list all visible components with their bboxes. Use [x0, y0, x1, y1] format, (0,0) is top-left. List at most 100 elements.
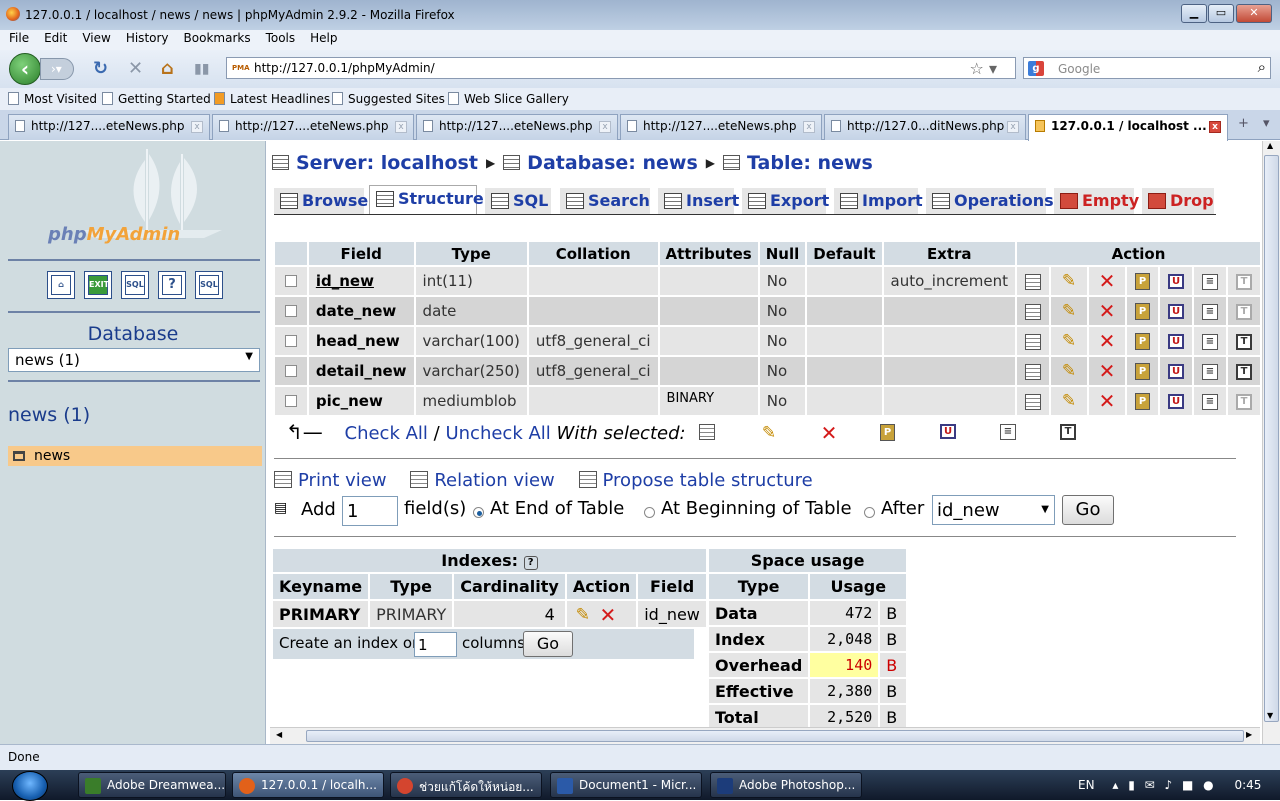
breadcrumb-server[interactable]: Server: localhost — [296, 152, 478, 174]
exit-button[interactable]: EXIT — [84, 271, 112, 299]
browser-tab-active[interactable]: 127.0.0.1 / localhost ... x — [1028, 114, 1228, 141]
drop-index-icon[interactable]: ✕ — [598, 605, 618, 625]
create-index-go-button[interactable]: Go — [523, 631, 573, 657]
back-button[interactable]: ‹ — [9, 53, 41, 85]
forward-button[interactable]: ›▾ — [40, 58, 74, 80]
bookmark-getting-started[interactable]: Getting Started — [102, 92, 211, 106]
index-icon[interactable]: ≡ — [1202, 273, 1218, 290]
row-checkbox[interactable] — [284, 365, 297, 377]
add-field-go-button[interactable]: Go — [1062, 495, 1114, 525]
bookmark-web-slice-gallery[interactable]: Web Slice Gallery — [448, 92, 569, 106]
tab-browse[interactable]: Browse — [274, 188, 368, 214]
propose-structure-link[interactable]: Propose table structure — [578, 470, 813, 491]
browse-distinct-icon[interactable] — [1025, 333, 1041, 350]
drop-field-icon[interactable]: ✕ — [1097, 331, 1117, 351]
unique-icon[interactable]: U — [1168, 394, 1184, 409]
check-all-link[interactable]: Check All — [345, 423, 428, 444]
close-window-button[interactable]: ✕ — [1236, 4, 1272, 23]
after-field-select[interactable]: id_new ▼ — [932, 495, 1055, 525]
browser-tab[interactable]: http://127....eteNews.php x — [212, 114, 414, 140]
home-icon[interactable]: ⌂ — [161, 59, 174, 79]
horizontal-scroll-thumb[interactable] — [306, 730, 1244, 742]
browse-distinct-icon[interactable] — [1025, 363, 1041, 380]
browser-tab[interactable]: http://127....eteNews.php x — [620, 114, 822, 140]
browse-distinct-icon[interactable] — [1025, 273, 1041, 290]
database-name-link[interactable]: news (1) — [8, 404, 90, 426]
edit-field-icon[interactable]: ✎ — [1059, 302, 1079, 320]
unique-icon[interactable]: U — [1168, 334, 1184, 349]
primary-key-icon[interactable]: P — [1135, 273, 1150, 290]
menu-history[interactable]: History — [117, 30, 175, 45]
search-bar[interactable]: g Google ⌕ — [1023, 57, 1271, 79]
query-window-button[interactable]: SQL — [121, 271, 149, 299]
bookmark-star-icon[interactable]: ☆ ▾ — [970, 59, 997, 78]
documentation-button[interactable]: ? — [158, 271, 186, 299]
primary-key-icon[interactable]: P — [1135, 363, 1150, 380]
index-icon[interactable]: ≡ — [1202, 333, 1218, 350]
drop-field-icon[interactable]: ✕ — [1097, 391, 1117, 411]
scroll-left-icon[interactable]: ◀ — [276, 730, 282, 739]
row-checkbox[interactable] — [284, 395, 297, 407]
menu-bookmarks[interactable]: Bookmarks — [175, 30, 257, 45]
add-field-count-input[interactable]: 1 — [342, 496, 398, 526]
drop-field-icon[interactable]: ✕ — [1097, 361, 1117, 381]
search-icon[interactable]: ⌕ — [1258, 58, 1266, 76]
minimize-button[interactable]: ▁ — [1181, 4, 1207, 23]
primary-key-icon[interactable]: P — [1135, 333, 1150, 350]
sidebar-item-news[interactable]: news — [8, 446, 262, 466]
menu-view[interactable]: View — [73, 30, 116, 45]
print-view-link[interactable]: Print view — [274, 470, 387, 491]
taskbar-item[interactable]: Adobe Dreamwea... — [78, 772, 226, 798]
drop-field-icon[interactable]: ✕ — [1097, 301, 1117, 321]
tab-drop[interactable]: Drop — [1142, 188, 1214, 214]
after-radio[interactable] — [864, 507, 875, 518]
stop-icon[interactable]: ✕ — [128, 59, 143, 79]
vertical-scrollbar[interactable]: ▲ ▼ — [1262, 141, 1280, 744]
bookmark-latest-headlines[interactable]: Latest Headlines — [214, 92, 330, 106]
taskbar-item[interactable]: Document1 - Micr... — [550, 772, 702, 798]
row-checkbox[interactable] — [284, 305, 297, 317]
menu-help[interactable]: Help — [301, 30, 343, 45]
index-icon[interactable]: ≡ — [1202, 303, 1218, 320]
help-icon[interactable]: ? — [523, 556, 538, 570]
url-bar[interactable]: PMA http://127.0.0.1/phpMyAdmin/ ☆ ▾ — [226, 57, 1016, 79]
edit-field-icon[interactable]: ✎ — [1059, 392, 1079, 410]
vertical-scroll-thumb[interactable] — [1264, 155, 1279, 722]
row-checkbox[interactable] — [284, 275, 297, 287]
close-tab-icon[interactable]: x — [803, 121, 815, 133]
primary-key-icon[interactable]: P — [1135, 303, 1150, 320]
at-beginning-radio[interactable] — [644, 507, 655, 518]
fulltext-icon[interactable]: T — [1236, 393, 1252, 410]
scroll-up-icon[interactable]: ▲ — [1267, 141, 1273, 150]
drop-selected-icon[interactable]: ✕ — [819, 423, 839, 443]
bookmark-most-visited[interactable]: Most Visited — [8, 92, 97, 106]
tab-structure[interactable]: Structure — [369, 185, 484, 214]
taskbar-item[interactable]: Adobe Photoshop... — [710, 772, 862, 798]
close-tab-icon[interactable]: x — [599, 121, 611, 133]
scroll-right-icon[interactable]: ▶ — [1246, 730, 1252, 739]
taskbar-item-active[interactable]: 127.0.0.1 / localh... — [232, 772, 384, 798]
create-index-count-input[interactable]: 1 — [414, 632, 457, 657]
edit-field-icon[interactable]: ✎ — [1059, 332, 1079, 350]
close-tab-icon[interactable]: x — [1007, 121, 1019, 133]
clock[interactable]: 0:45 — [1234, 778, 1261, 792]
primary-key-icon[interactable]: P — [1135, 393, 1150, 410]
fulltext-selected-icon[interactable]: T — [1060, 424, 1076, 440]
tab-insert[interactable]: Insert — [658, 188, 739, 214]
uncheck-all-link[interactable]: Uncheck All — [445, 423, 550, 444]
browse-distinct-icon[interactable] — [1025, 303, 1041, 320]
tab-sql[interactable]: SQL — [485, 188, 551, 214]
relation-view-link[interactable]: Relation view — [410, 470, 555, 491]
bookmark-suggested-sites[interactable]: Suggested Sites — [332, 92, 445, 106]
unique-icon[interactable]: U — [1168, 304, 1184, 319]
row-checkbox[interactable] — [284, 335, 297, 347]
at-end-radio[interactable] — [473, 507, 484, 518]
index-selected-icon[interactable]: ≡ — [1000, 424, 1016, 440]
edit-field-icon[interactable]: ✎ — [1059, 272, 1079, 290]
close-tab-icon[interactable]: x — [1209, 121, 1221, 133]
primary-selected-icon[interactable]: P — [880, 424, 895, 441]
index-icon[interactable]: ≡ — [1202, 393, 1218, 410]
fulltext-icon[interactable]: T — [1236, 273, 1252, 290]
tab-import[interactable]: Import — [834, 188, 923, 214]
language-indicator[interactable]: EN — [1078, 778, 1095, 792]
